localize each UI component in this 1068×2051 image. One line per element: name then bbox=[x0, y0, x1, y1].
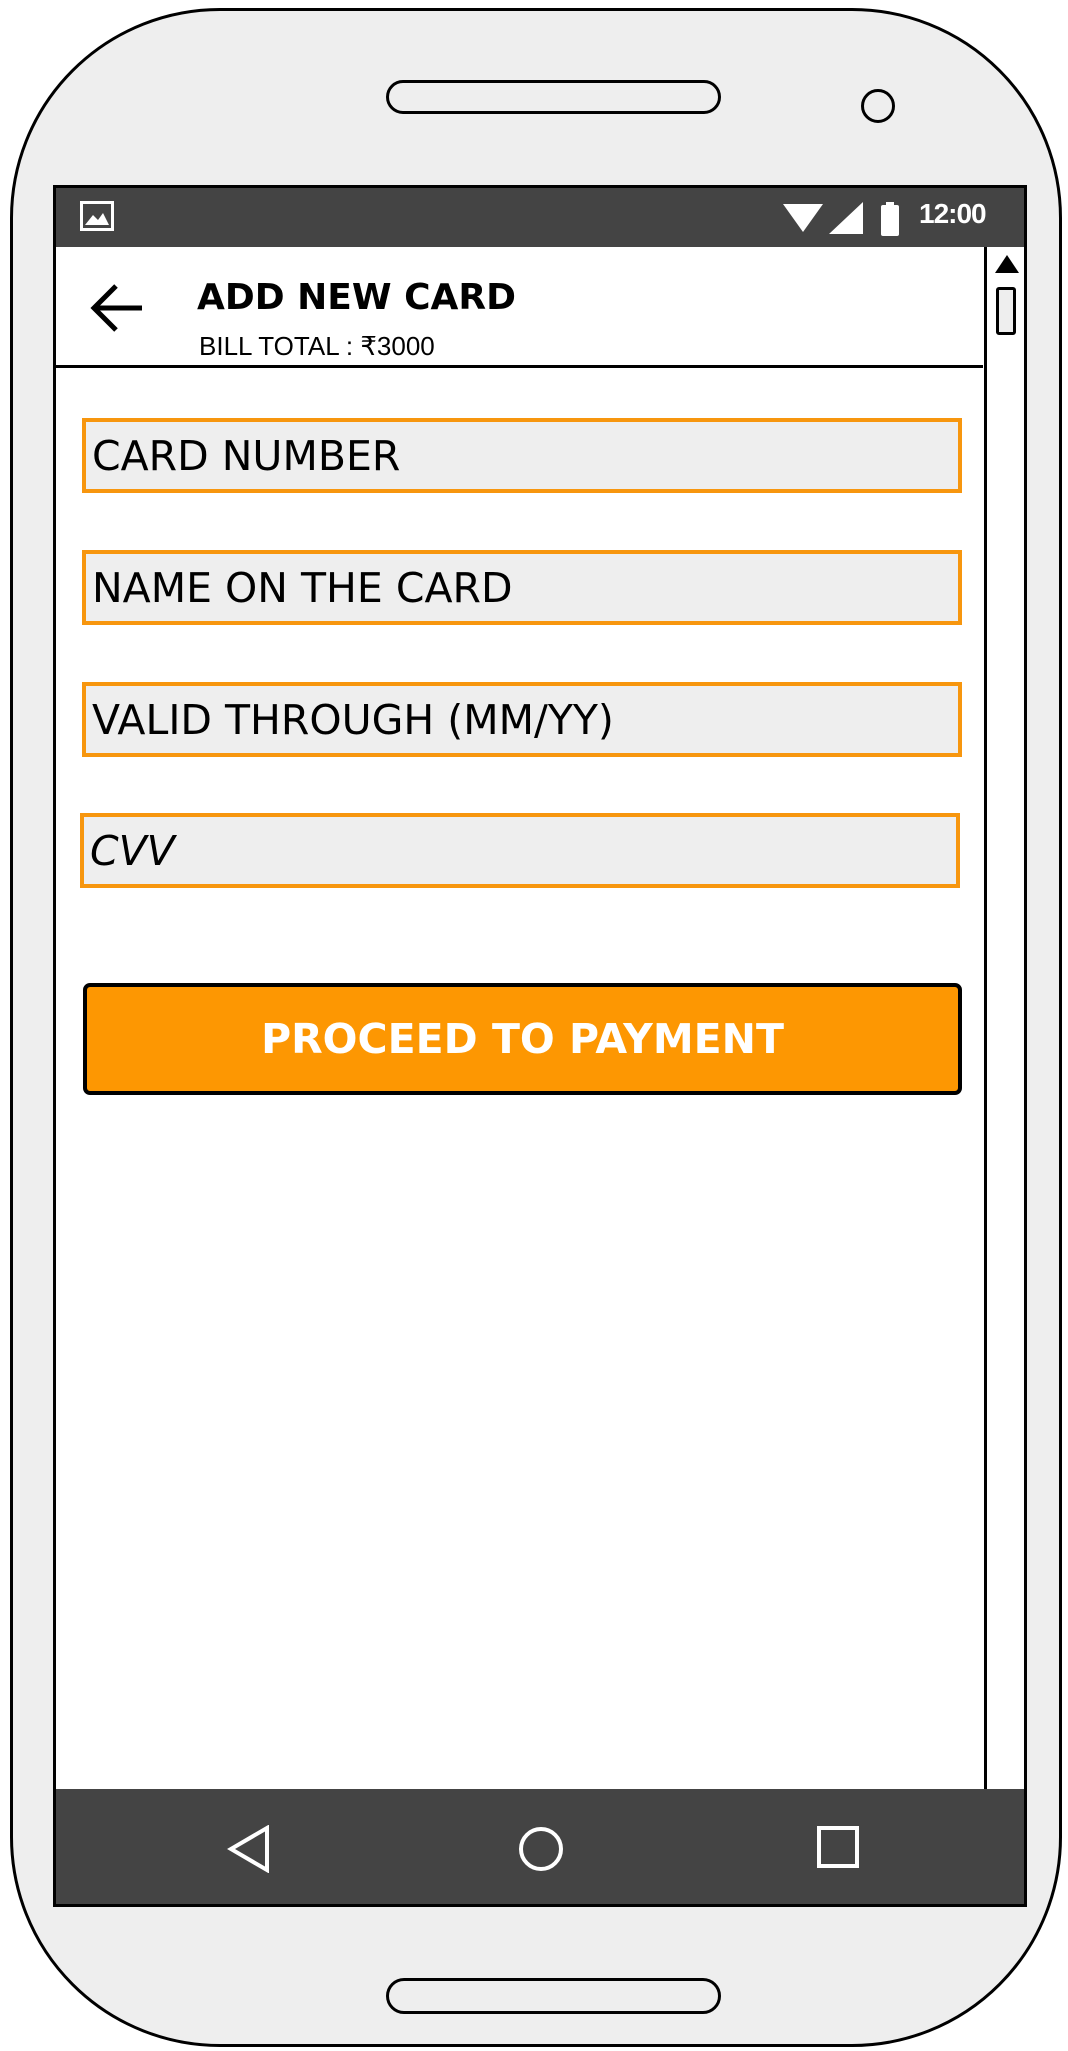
scroll-up-arrow-icon[interactable] bbox=[994, 253, 1020, 275]
recents-square-icon[interactable] bbox=[816, 1825, 860, 1869]
screen: 12:00 ADD NEW CARD BILL TOTAL : ₹3000 PR… bbox=[53, 185, 1027, 1907]
signal-icon bbox=[829, 202, 863, 234]
proceed-to-payment-button[interactable]: PROCEED TO PAYMENT bbox=[83, 983, 962, 1095]
status-bar: 12:00 bbox=[56, 188, 1024, 247]
name-on-card-input[interactable] bbox=[82, 550, 962, 625]
card-number-input[interactable] bbox=[82, 418, 962, 493]
cvv-input[interactable] bbox=[80, 813, 960, 888]
page-title: ADD NEW CARD bbox=[197, 277, 517, 318]
app-bar: ADD NEW CARD BILL TOTAL : ₹3000 bbox=[56, 247, 983, 368]
navigation-bar bbox=[56, 1789, 1024, 1904]
bill-total: BILL TOTAL : ₹3000 bbox=[199, 331, 435, 361]
battery-icon bbox=[881, 202, 899, 236]
scrollbar[interactable] bbox=[984, 247, 1024, 1789]
back-arrow-icon[interactable] bbox=[90, 283, 144, 333]
bottom-speaker bbox=[386, 1978, 721, 2014]
scroll-thumb[interactable] bbox=[996, 287, 1016, 335]
back-triangle-icon[interactable] bbox=[227, 1825, 271, 1873]
wifi-icon bbox=[783, 204, 823, 232]
valid-through-input[interactable] bbox=[82, 682, 962, 757]
earpiece-speaker bbox=[386, 80, 721, 114]
status-time: 12:00 bbox=[919, 198, 987, 229]
front-camera bbox=[861, 89, 895, 123]
home-circle-icon[interactable] bbox=[517, 1825, 565, 1873]
image-icon bbox=[80, 201, 114, 231]
